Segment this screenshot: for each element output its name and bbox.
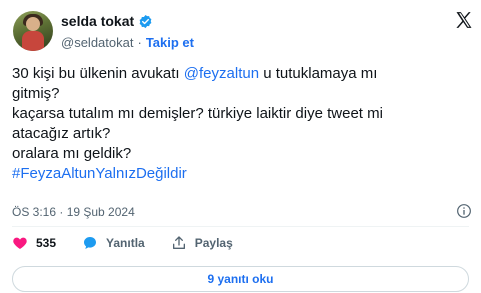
- heart-icon: [13, 237, 27, 249]
- mention-link[interactable]: @feyzaltun: [184, 65, 259, 82]
- verified-badge-icon: [139, 14, 152, 28]
- tweet-text-segment: u tutuklamaya mı: [259, 65, 378, 82]
- tweet-line: gitmiş?: [12, 84, 472, 104]
- like-count: 535: [36, 236, 57, 250]
- share-icon: [172, 236, 185, 249]
- share-label: Paylaş: [194, 236, 233, 250]
- share-button[interactable]: Paylaş: [171, 235, 233, 251]
- reply-label: Yanıtla: [106, 236, 145, 250]
- tweet-text-segment: kaçarsa tutalım mı demişler? türkiye lai…: [12, 105, 383, 122]
- divider: [12, 226, 469, 227]
- tweet-line: #FeyzaAltunYalnızDeğildir: [12, 164, 472, 184]
- info-icon[interactable]: [456, 203, 472, 219]
- author-handle[interactable]: @seldatokat: [61, 35, 133, 50]
- follow-button[interactable]: Takip et: [146, 35, 194, 50]
- author-name[interactable]: selda tokat: [61, 13, 134, 29]
- like-button[interactable]: 535: [12, 235, 56, 251]
- tweet-line: 30 kişi bu ülkenin avukatı @feyzaltun u …: [12, 64, 472, 84]
- tweet-text-segment: atacağız artık?: [12, 125, 111, 142]
- tweet-timestamp[interactable]: ÖS 3:16 · 19 Şub 2024: [12, 205, 135, 219]
- tweet-line: kaçarsa tutalım mı demişler? türkiye lai…: [12, 104, 472, 124]
- tweet-text: 30 kişi bu ülkenin avukatı @feyzaltun u …: [12, 64, 472, 184]
- tweet-text-segment: 30 kişi bu ülkenin avukatı: [12, 65, 184, 82]
- tweet-text-segment: gitmiş?: [12, 85, 60, 102]
- reply-button[interactable]: Yanıtla: [82, 235, 145, 251]
- tweet-line: atacağız artık?: [12, 124, 472, 144]
- reply-bubble-icon: [84, 237, 97, 249]
- read-replies-button[interactable]: 9 yanıtı oku: [12, 266, 469, 292]
- avatar[interactable]: [13, 11, 53, 51]
- handle-separator: ·: [137, 35, 142, 50]
- tweet-text-segment: oralara mı geldik?: [12, 145, 132, 162]
- tweet-line: oralara mı geldik?: [12, 144, 472, 164]
- read-replies-label: 9 yanıtı oku: [207, 272, 274, 286]
- hashtag-link[interactable]: #FeyzaAltunYalnızDeğildir: [12, 165, 187, 182]
- x-logo-icon[interactable]: [454, 10, 474, 30]
